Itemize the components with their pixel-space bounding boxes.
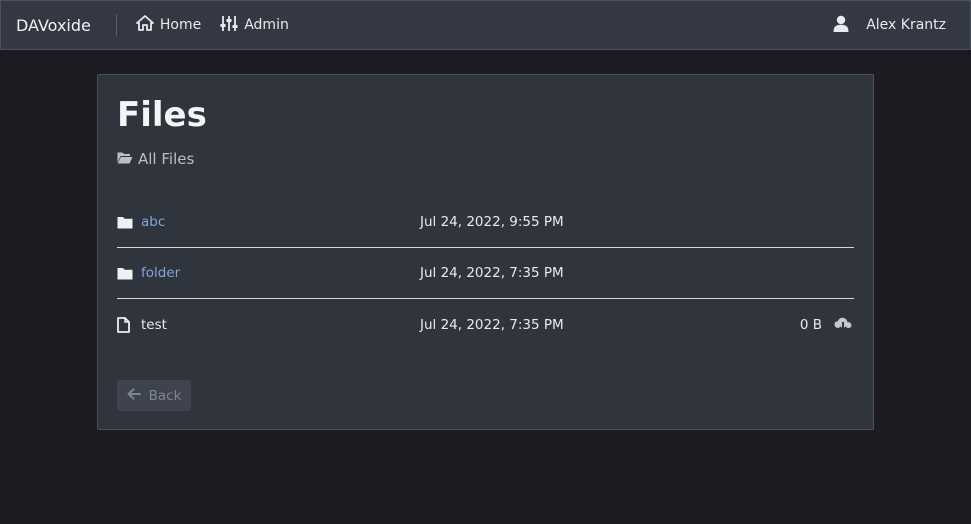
file-size: 0 B <box>799 316 822 333</box>
file-icon <box>117 316 133 333</box>
arrow-left-icon <box>127 387 149 404</box>
nav-home-link[interactable]: Home <box>135 15 202 35</box>
back-label: Back <box>148 387 182 404</box>
user-menu[interactable]: Alex Krantz <box>833 1 946 49</box>
nav-admin-label: Admin <box>244 17 289 33</box>
file-name-link[interactable]: abc <box>141 214 411 230</box>
folder-icon <box>117 267 133 280</box>
file-date: Jul 24, 2022, 7:35 PM <box>420 265 564 281</box>
nav-divider <box>115 14 117 36</box>
folder-open-icon <box>117 150 138 168</box>
file-row: test Jul 24, 2022, 7:35 PM 0 B <box>117 299 854 350</box>
file-date: Jul 24, 2022, 7:35 PM <box>420 316 564 333</box>
breadcrumb: All Files <box>117 150 194 168</box>
file-row: abc Jul 24, 2022, 9:55 PM <box>117 197 854 248</box>
file-name-link[interactable]: folder <box>141 265 411 281</box>
navbar: DAVoxide Home Admin Alex Krantz <box>0 0 971 50</box>
file-name: test <box>141 316 167 333</box>
brand-link[interactable]: DAVoxide <box>16 16 91 35</box>
file-row: folder Jul 24, 2022, 7:35 PM <box>117 248 854 299</box>
folder-icon <box>117 216 133 229</box>
nav-home-label: Home <box>159 17 202 33</box>
user-name: Alex Krantz <box>866 17 946 33</box>
page-title: Files <box>117 95 207 135</box>
file-date: Jul 24, 2022, 9:55 PM <box>420 214 564 230</box>
cloud-download-icon[interactable] <box>834 317 852 336</box>
home-icon <box>135 15 160 35</box>
breadcrumb-all-files[interactable]: All Files <box>138 150 194 168</box>
back-button[interactable]: Back <box>117 380 191 411</box>
file-list: abc Jul 24, 2022, 9:55 PM folder Jul 24,… <box>117 197 854 350</box>
nav-admin-link[interactable]: Admin <box>220 15 289 36</box>
files-card: Files All Files abc Jul 24, 2022, 9:55 P… <box>97 74 874 430</box>
user-icon <box>833 15 866 36</box>
sliders-icon <box>220 15 244 36</box>
